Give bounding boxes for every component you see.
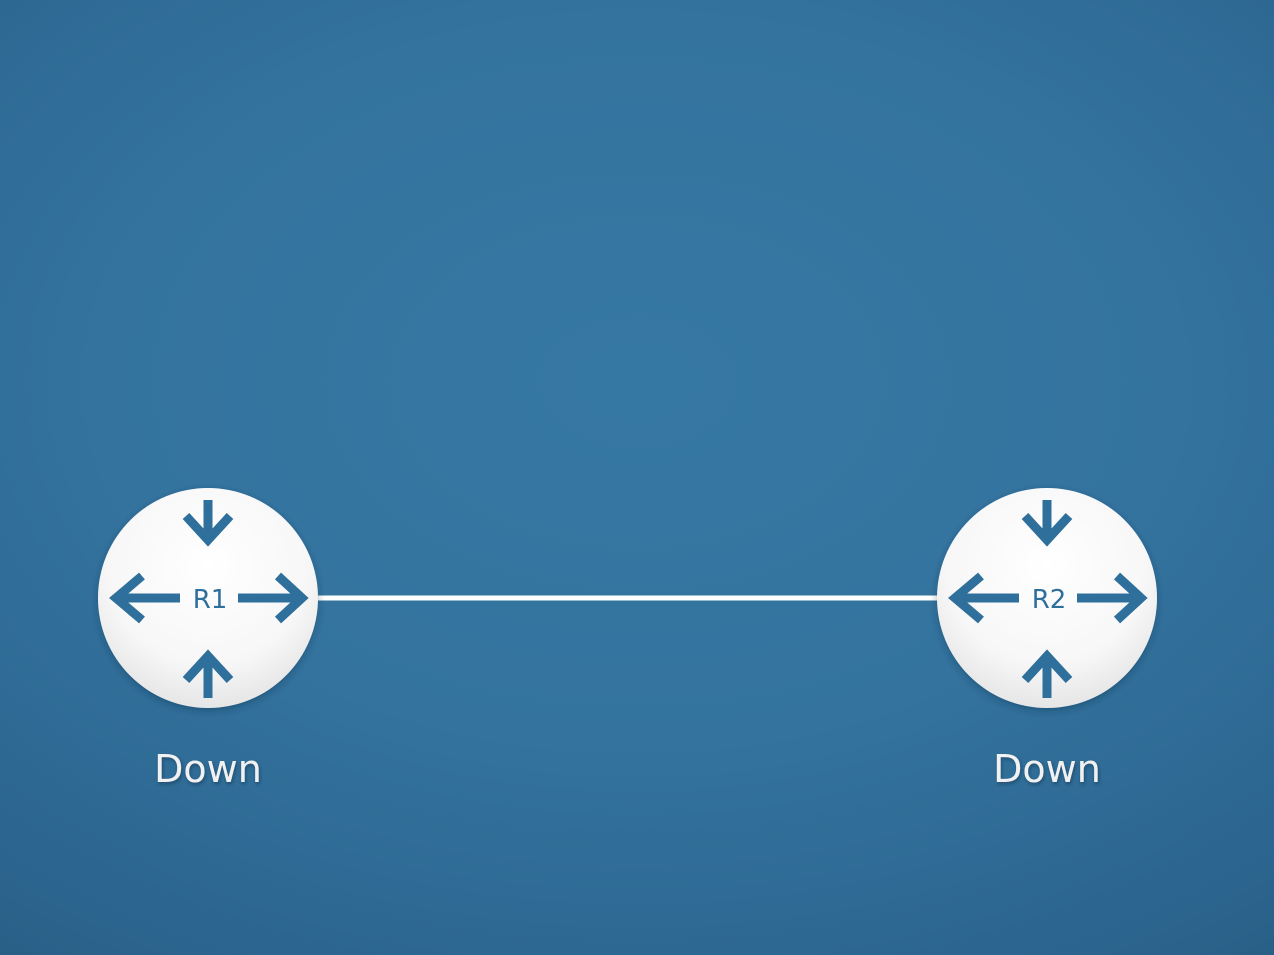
router-r2[interactable]: R2 — [937, 488, 1157, 708]
router-label: R2 — [1032, 585, 1067, 615]
r2-state-label: Down — [993, 747, 1101, 791]
router-r1[interactable]: R1 — [98, 488, 318, 708]
router-label: R1 — [193, 585, 228, 615]
network-diagram: R1 R2 Down Down — [98, 488, 1157, 791]
r1-state-label: Down — [154, 747, 262, 791]
